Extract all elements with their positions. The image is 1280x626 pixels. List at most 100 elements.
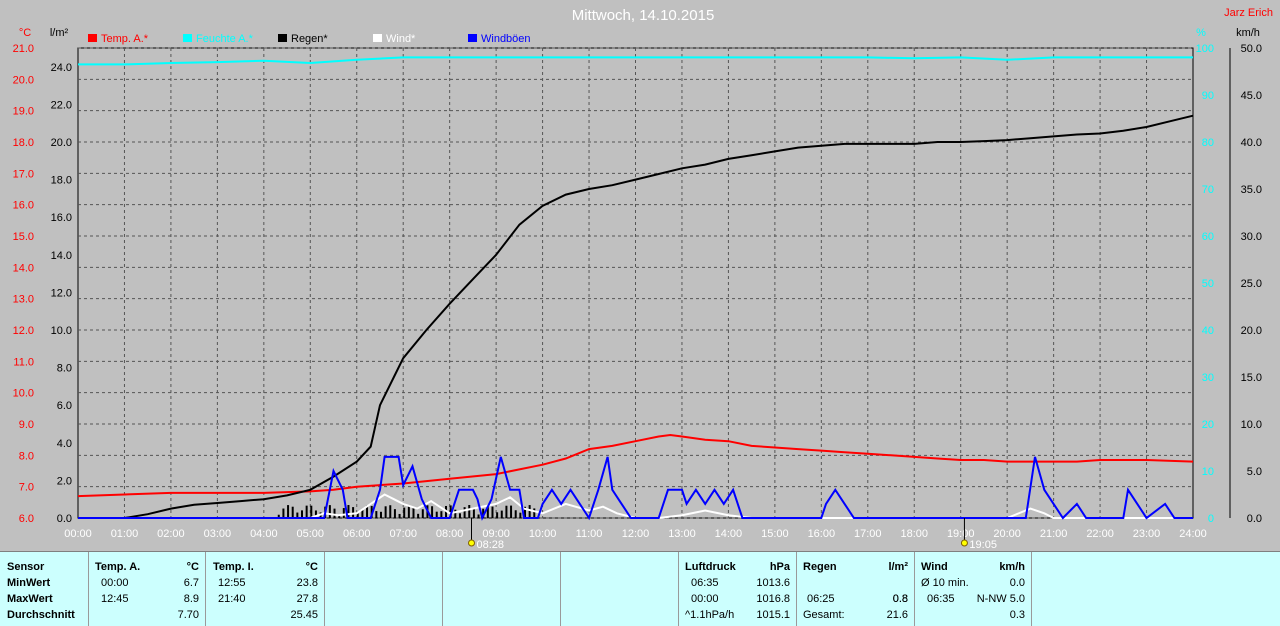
x-tick-label: 24:00 xyxy=(1179,528,1207,540)
temp-tick-label: 18.0 xyxy=(13,137,34,149)
empty-column-1 xyxy=(324,552,442,626)
legend-swatch xyxy=(373,34,382,42)
rain-bar xyxy=(282,508,285,518)
wind-tick-label: 20.0 xyxy=(1241,325,1262,337)
temp-a-max-time: 12:45 xyxy=(101,593,129,605)
temp-i-max-time: 21:40 xyxy=(218,593,246,605)
x-tick-label: 16:00 xyxy=(808,528,836,540)
humidity-tick-label: 30 xyxy=(1202,372,1214,384)
humidity-tick-label: 40 xyxy=(1202,325,1214,337)
humidity-tick-label: 10 xyxy=(1202,466,1214,478)
wind-column: Wind km/h Ø 10 min. 0.0 06:35 N-NW 5.0 0… xyxy=(914,552,1031,626)
rain-bar xyxy=(389,505,392,518)
temp-tick-label: 14.0 xyxy=(13,262,34,274)
rain-bar xyxy=(528,505,531,518)
x-tick-label: 08:00 xyxy=(436,528,464,540)
rain-tick-label: 6.0 xyxy=(57,400,72,412)
legend-swatch xyxy=(88,34,97,42)
wind-tick-label: 45.0 xyxy=(1241,90,1262,102)
statistics-panel: Sensor MinWert MaxWert Durchschnitt Temp… xyxy=(0,551,1280,626)
wind-tick-label: 25.0 xyxy=(1241,278,1262,290)
legend-label: Windböen xyxy=(481,33,531,45)
x-tick-label: 03:00 xyxy=(204,528,232,540)
x-tick-label: 04:00 xyxy=(250,528,278,540)
rain-tick-label: 16.0 xyxy=(51,212,72,224)
rain-bar xyxy=(305,505,308,518)
luftdruck-header: Luftdruck xyxy=(685,561,736,573)
rain-bar xyxy=(379,511,382,518)
chart-title: Mittwoch, 14.10.2015 xyxy=(572,7,715,24)
rain-bar xyxy=(393,509,396,518)
unit-celsius: °C xyxy=(19,27,31,39)
rain-tick-label: 12.0 xyxy=(51,287,72,299)
regen-total-label: Gesamt: xyxy=(803,609,845,621)
x-tick-label: 23:00 xyxy=(1133,528,1161,540)
rain-tick-label: 2.0 xyxy=(57,475,72,487)
rain-bar xyxy=(514,510,517,518)
luftdruck-unit: hPa xyxy=(769,561,790,573)
luftdruck-min-value: 1013.6 xyxy=(756,577,790,589)
temp-i-max-value: 27.8 xyxy=(296,593,318,605)
legend-swatch xyxy=(468,34,477,42)
luftdruck-min-time: 06:35 xyxy=(691,577,719,589)
temp-tick-label: 9.0 xyxy=(19,419,34,431)
legend-swatch xyxy=(278,34,287,42)
rain-bar xyxy=(491,506,494,518)
x-tick-label: 05:00 xyxy=(297,528,325,540)
luftdruck-max-time: 00:00 xyxy=(691,593,719,605)
luftdruck-max-value: 1016.8 xyxy=(756,593,790,605)
humidity-tick-label: 70 xyxy=(1202,184,1214,196)
rain-tick-label: 4.0 xyxy=(57,438,72,450)
wind-tick-label: 5.0 xyxy=(1247,466,1262,478)
rain-bar xyxy=(342,508,345,518)
x-tick-label: 07:00 xyxy=(389,528,417,540)
temp-a-column: Temp. A. °C 00:00 6.7 12:45 8.9 7.70 xyxy=(88,552,205,626)
x-tick-label: 13:00 xyxy=(668,528,696,540)
legend-swatch xyxy=(183,34,192,42)
legend-label: Wind* xyxy=(386,33,416,45)
empty-column-2 xyxy=(442,552,560,626)
temp-tick-label: 17.0 xyxy=(13,168,34,180)
temp-tick-label: 12.0 xyxy=(13,325,34,337)
sun-marker-label: 19:05 xyxy=(969,539,997,551)
wind-max-time: 06:35 xyxy=(927,593,955,605)
humidity-tick-label: 100 xyxy=(1196,43,1214,55)
rain-bar xyxy=(477,514,480,518)
rain-bar xyxy=(421,509,424,518)
temp-a-avg-value: 7.70 xyxy=(177,609,199,621)
x-tick-label: 12:00 xyxy=(622,528,650,540)
legend-label: Temp. A.* xyxy=(101,33,149,45)
rain-bar xyxy=(496,512,499,518)
wind-tick-label: 50.0 xyxy=(1241,43,1262,55)
unit-wind: km/h xyxy=(1236,27,1260,39)
sun-icon xyxy=(468,539,476,547)
humidity-tick-label: 50 xyxy=(1202,278,1214,290)
max-label: MaxWert xyxy=(7,593,53,605)
temp-i-unit: °C xyxy=(305,561,318,573)
wind-avg10-value: 0.0 xyxy=(1009,577,1025,589)
x-tick-label: 18:00 xyxy=(900,528,928,540)
temp-tick-label: 13.0 xyxy=(13,294,34,306)
wind-tick-label: 30.0 xyxy=(1241,231,1262,243)
rain-tick-label: 24.0 xyxy=(51,62,72,74)
wind-header: Wind xyxy=(921,561,948,573)
humidity-tick-label: 60 xyxy=(1202,231,1214,243)
x-tick-label: 17:00 xyxy=(854,528,882,540)
rain-bar xyxy=(500,510,503,518)
wind-tick-label: 15.0 xyxy=(1241,372,1262,384)
rain-bar xyxy=(403,507,406,518)
sun-icon xyxy=(960,539,968,547)
temp-tick-label: 7.0 xyxy=(19,482,34,494)
wind-avg10-label: Ø 10 min. xyxy=(921,577,969,589)
rain-bar xyxy=(440,511,443,518)
rain-tick-label: 20.0 xyxy=(51,137,72,149)
rain-tick-label: 0.0 xyxy=(57,513,72,525)
rain-bar xyxy=(468,505,471,518)
rain-bar xyxy=(384,506,387,518)
humidity-tick-label: 90 xyxy=(1202,90,1214,102)
rain-bar xyxy=(291,506,294,518)
regen-column: Regen l/m² 0.8 06:25 0.8 Gesamt: 21.6 xyxy=(796,552,914,626)
rain-bar xyxy=(287,505,290,518)
rain-tick-label: 22.0 xyxy=(51,99,72,111)
sun-marker-label: 08:28 xyxy=(477,539,505,551)
